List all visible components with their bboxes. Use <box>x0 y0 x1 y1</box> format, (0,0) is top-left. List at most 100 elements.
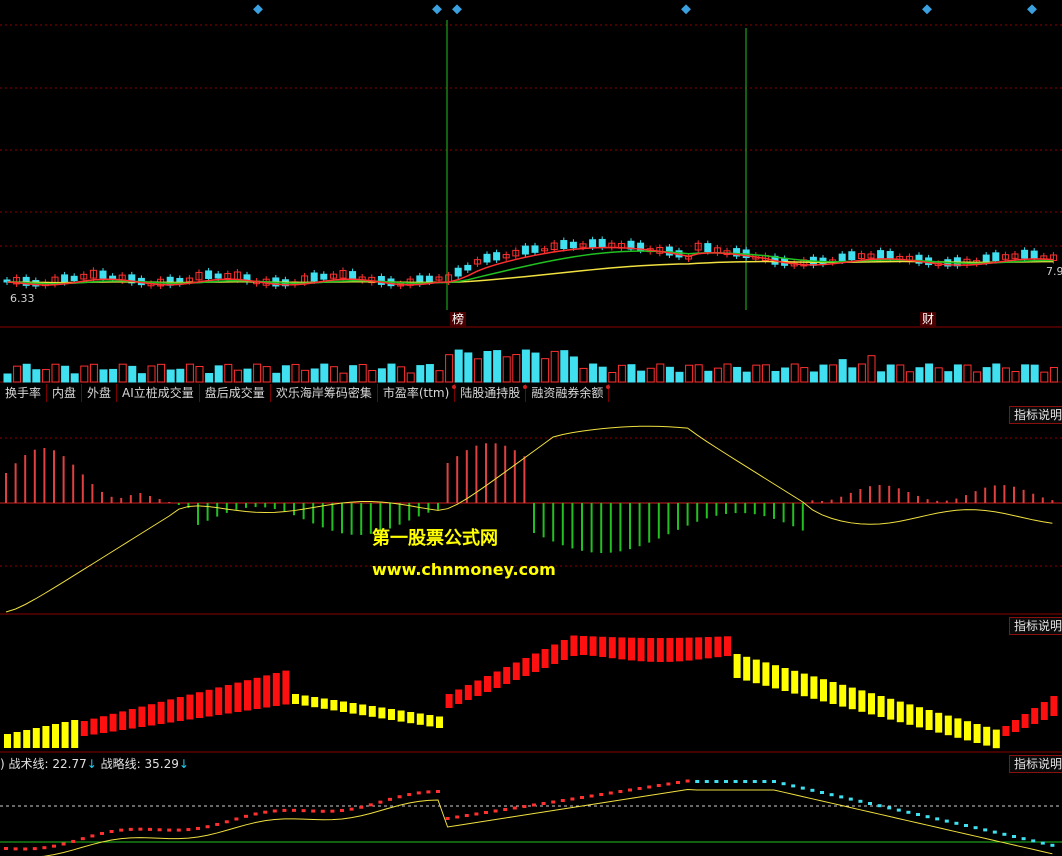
tab-inner-volume[interactable]: 内盘 <box>47 384 83 402</box>
tactic-dot <box>128 827 133 831</box>
volume-bar <box>281 365 290 383</box>
trend-bar <box>128 709 136 729</box>
volume-bar <box>214 365 223 383</box>
trend-bar <box>1021 714 1029 728</box>
tactic-dot <box>839 795 844 799</box>
volume-chart[interactable] <box>0 328 1062 384</box>
signal-line <box>5 425 1053 613</box>
tab-after-hours-volume[interactable]: 盘后成交量 <box>200 384 271 402</box>
tactic-dot <box>330 809 335 813</box>
trend-bar <box>464 685 472 700</box>
rank-event-badge[interactable]: 榜 <box>450 312 467 327</box>
trend-bar <box>762 662 770 686</box>
candle <box>877 250 885 259</box>
tactic-dot <box>455 815 460 819</box>
diamond-marker-icon <box>432 4 442 15</box>
trend-bar <box>829 682 837 704</box>
trend-bar <box>560 640 568 660</box>
tab-label: 换手率 <box>5 386 42 400</box>
volume-bar <box>349 365 358 383</box>
tactic-strategy-pane[interactable] <box>0 772 1062 856</box>
volume-bar <box>598 366 607 383</box>
volume-bar <box>694 364 703 383</box>
macd-pane[interactable] <box>0 402 1062 616</box>
volume-bar <box>925 363 934 383</box>
tactic-dot <box>685 779 690 783</box>
tactic-dot <box>474 812 479 816</box>
tactic-dot <box>724 780 728 783</box>
tab-margin-balance[interactable]: 融资融券余额 <box>526 384 611 402</box>
trend-bar <box>445 694 453 708</box>
candle <box>704 243 712 253</box>
trend-bar <box>167 699 175 723</box>
tab-pe-ttm[interactable]: 市盈率(ttm) <box>378 384 457 402</box>
volume-pane[interactable] <box>0 328 1062 384</box>
trend-bar <box>944 715 952 736</box>
trend-bar <box>109 713 117 732</box>
tab-outer-volume[interactable]: 外盘 <box>82 384 118 402</box>
volume-bar <box>185 363 194 383</box>
tactic-dot <box>810 788 815 792</box>
tactic-dot <box>138 827 143 831</box>
right-price-label: 7.9 <box>1046 265 1062 278</box>
trend-bar <box>23 730 31 748</box>
tab-chip-concentration[interactable]: 欢乐海岸筹码密集 <box>271 384 378 402</box>
volume-bar <box>752 364 761 383</box>
trend-bar <box>388 709 395 720</box>
tactic-dot <box>349 807 354 811</box>
tab-ai-volume[interactable]: AI立桩成交量 <box>117 384 200 402</box>
tab-turnover[interactable]: 换手率 <box>0 384 48 402</box>
tactic-dot <box>570 797 575 801</box>
trend-bar <box>992 729 1000 749</box>
tactic-dot <box>1012 835 1016 838</box>
volume-bar <box>934 367 943 383</box>
tactic-strategy-chart[interactable] <box>0 772 1062 856</box>
indicator-help-button-1[interactable]: 指标说明 <box>1009 406 1062 424</box>
tactic-dot <box>887 806 892 810</box>
low-price-label: 6.33 <box>10 292 35 305</box>
candle <box>848 251 856 261</box>
price-pane[interactable]: 6.33 7.9 榜 财 <box>0 0 1062 328</box>
tactic-dot <box>599 793 604 796</box>
tactic-dot <box>148 827 152 831</box>
volume-bar <box>685 364 694 383</box>
tactic-dot <box>52 844 56 848</box>
tactic-dot <box>426 790 431 794</box>
macd-chart[interactable] <box>0 402 1062 616</box>
trend-bar <box>820 679 827 702</box>
trend-bar-pane[interactable] <box>0 616 1062 754</box>
candle <box>982 254 990 263</box>
tactic-dot <box>119 828 124 832</box>
volume-bar <box>32 369 41 383</box>
volume-bar <box>675 371 684 383</box>
tactic-dot <box>791 784 796 788</box>
volume-bar <box>531 352 540 383</box>
volume-bar <box>454 349 463 383</box>
volume-bar <box>224 363 233 383</box>
trend-bar <box>599 636 607 658</box>
candlestick-chart[interactable] <box>0 0 1062 328</box>
volume-bar <box>800 367 809 383</box>
volume-bar <box>723 363 732 383</box>
volume-bar <box>3 373 12 383</box>
volume-bar <box>512 354 521 383</box>
volume-bar <box>953 364 962 383</box>
candle <box>464 264 472 271</box>
volume-bar <box>377 368 386 383</box>
volume-bar <box>665 366 674 383</box>
finance-event-badge[interactable]: 财 <box>920 312 937 327</box>
tactic-dot <box>522 805 527 808</box>
tactic-dot <box>608 791 613 795</box>
tab-label: 融资融券余额 <box>531 386 604 400</box>
tactic-dot <box>772 780 776 783</box>
tactic-dot <box>100 831 104 835</box>
trend-bar-chart[interactable] <box>0 616 1062 754</box>
tactic-dot <box>628 788 632 792</box>
tactic-dot <box>829 793 834 797</box>
volume-bar <box>137 373 146 383</box>
volume-bar <box>157 363 166 383</box>
indicator-help-button-3[interactable]: 指标说明 <box>1009 755 1062 773</box>
trend-bar <box>426 715 434 727</box>
tab-northbound-holding[interactable]: 陆股通持股 <box>455 384 528 402</box>
indicator-help-button-2[interactable]: 指标说明 <box>1009 617 1062 635</box>
